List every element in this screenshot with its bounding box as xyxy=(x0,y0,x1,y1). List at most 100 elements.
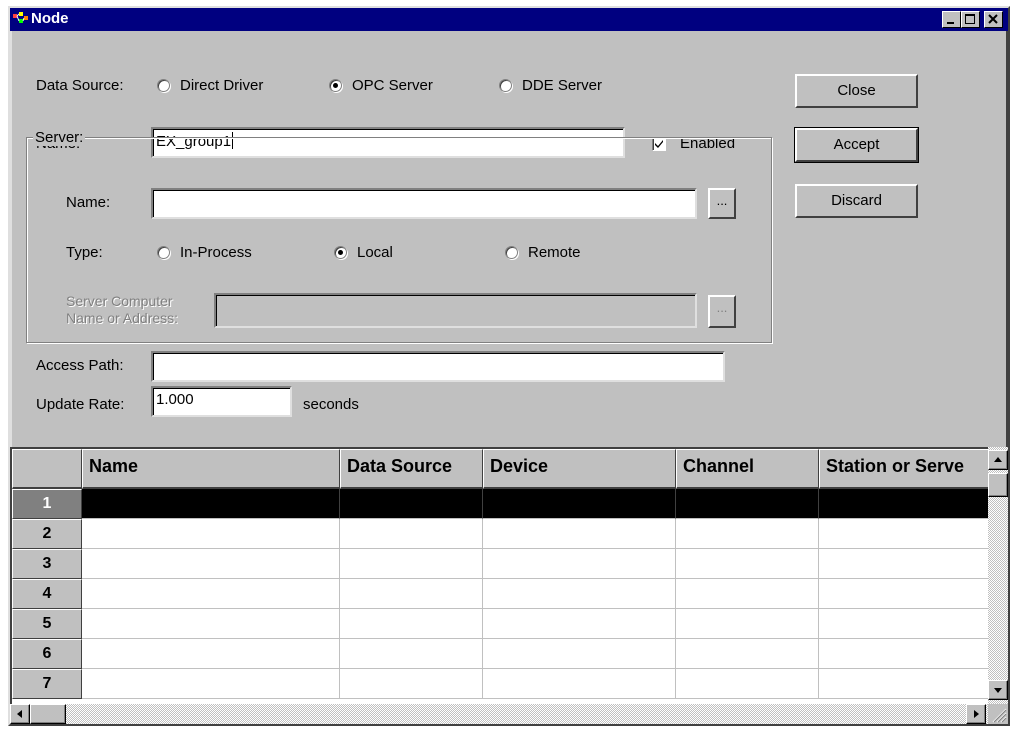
update-rate-label: Update Rate: xyxy=(36,396,125,413)
table-cell[interactable] xyxy=(676,609,819,639)
row-header[interactable]: 5 xyxy=(12,609,82,639)
node-app-icon[interactable] xyxy=(12,11,29,28)
column-header-data-source[interactable]: Data Source xyxy=(340,449,483,489)
maximize-button[interactable] xyxy=(961,11,980,28)
server-group-label: Server: xyxy=(33,129,86,146)
local-label[interactable]: Local xyxy=(357,244,393,261)
table-cell[interactable] xyxy=(340,639,483,669)
discard-button[interactable]: Discard xyxy=(795,184,918,218)
table-cell[interactable] xyxy=(483,549,676,579)
table-cell[interactable] xyxy=(483,579,676,609)
row-header[interactable]: 2 xyxy=(12,519,82,549)
row-header[interactable]: 6 xyxy=(12,639,82,669)
column-header-name[interactable]: Name xyxy=(82,449,340,489)
table-cell[interactable] xyxy=(676,639,819,669)
table-cell[interactable] xyxy=(82,639,340,669)
column-header-channel[interactable]: Channel xyxy=(676,449,819,489)
server-name-browse-button[interactable]: ... xyxy=(708,188,736,219)
table-cell[interactable] xyxy=(82,579,340,609)
radio-local[interactable] xyxy=(334,246,347,259)
table-cell[interactable] xyxy=(676,519,819,549)
table-cell[interactable] xyxy=(340,669,483,699)
table-cell[interactable] xyxy=(483,489,676,519)
accept-button[interactable]: Accept xyxy=(794,127,919,163)
row-header[interactable]: 1 xyxy=(12,489,82,519)
in-process-label[interactable]: In-Process xyxy=(180,244,252,261)
resize-grip-icon xyxy=(992,708,1007,723)
table-cell[interactable] xyxy=(819,609,988,639)
table-cell[interactable] xyxy=(676,669,819,699)
radio-dde-server[interactable] xyxy=(499,79,512,92)
arrow-down-icon xyxy=(994,688,1002,693)
server-computer-label-line1: Server Computer xyxy=(66,293,173,309)
arrow-left-icon xyxy=(17,710,22,718)
title-bar[interactable] xyxy=(10,8,1008,31)
radio-remote[interactable] xyxy=(505,246,518,259)
horizontal-scrollbar[interactable] xyxy=(10,704,988,724)
table-cell[interactable] xyxy=(340,609,483,639)
table-cell[interactable] xyxy=(82,489,340,519)
type-label: Type: xyxy=(66,244,103,261)
radio-opc-server[interactable] xyxy=(329,79,342,92)
scroll-down-button[interactable] xyxy=(988,680,1008,700)
table-cell[interactable] xyxy=(819,489,988,519)
dde-server-label[interactable]: DDE Server xyxy=(522,77,602,94)
table-cell[interactable] xyxy=(819,639,988,669)
close-icon xyxy=(988,14,998,24)
table-cell[interactable] xyxy=(676,579,819,609)
table-cell[interactable] xyxy=(340,519,483,549)
table-cell[interactable] xyxy=(82,609,340,639)
access-path-label: Access Path: xyxy=(36,357,124,374)
arrow-right-icon xyxy=(974,710,979,718)
column-header-station[interactable]: Station or Serve xyxy=(819,449,988,489)
table-cell[interactable] xyxy=(340,579,483,609)
server-computer-browse-button: ... xyxy=(708,295,736,328)
table-cell[interactable] xyxy=(82,669,340,699)
table-cell[interactable] xyxy=(483,609,676,639)
data-source-label: Data Source: xyxy=(36,77,124,94)
scroll-left-button[interactable] xyxy=(10,704,30,724)
table-cell[interactable] xyxy=(483,669,676,699)
table-cell[interactable] xyxy=(676,489,819,519)
access-path-input[interactable] xyxy=(151,351,725,382)
server-name-input[interactable] xyxy=(151,188,697,219)
close-window-button[interactable] xyxy=(984,11,1003,28)
scroll-right-button[interactable] xyxy=(966,704,986,724)
scroll-up-button[interactable] xyxy=(988,450,1008,470)
table-cell[interactable] xyxy=(483,639,676,669)
update-rate-input[interactable]: 1.000 xyxy=(151,386,292,417)
table-cell[interactable] xyxy=(340,489,483,519)
remote-label[interactable]: Remote xyxy=(528,244,581,261)
server-name-label: Name: xyxy=(66,194,111,211)
server-computer-label-line2: Name or Address: xyxy=(66,310,179,326)
grid-corner[interactable] xyxy=(12,449,82,489)
arrow-up-icon xyxy=(994,457,1002,462)
table-cell[interactable] xyxy=(819,669,988,699)
vertical-scroll-thumb[interactable] xyxy=(988,473,1008,497)
row-header[interactable]: 3 xyxy=(12,549,82,579)
size-grip[interactable] xyxy=(988,704,1008,724)
minimize-icon xyxy=(947,22,954,24)
table-cell[interactable] xyxy=(340,549,483,579)
table-cell[interactable] xyxy=(819,519,988,549)
column-header-device[interactable]: Device xyxy=(483,449,676,489)
close-button[interactable]: Close xyxy=(795,74,918,108)
table-cell[interactable] xyxy=(82,549,340,579)
row-header[interactable]: 7 xyxy=(12,669,82,699)
node-window: Node Data Source: Direct Driver OPC Serv… xyxy=(0,0,1015,731)
table-cell[interactable] xyxy=(483,519,676,549)
row-header[interactable]: 4 xyxy=(12,579,82,609)
table-cell[interactable] xyxy=(819,579,988,609)
horizontal-scroll-thumb[interactable] xyxy=(30,704,66,724)
table-cell[interactable] xyxy=(82,519,340,549)
opc-server-label[interactable]: OPC Server xyxy=(352,77,433,94)
radio-direct-driver[interactable] xyxy=(157,79,170,92)
table-cell[interactable] xyxy=(819,549,988,579)
table-cell[interactable] xyxy=(676,549,819,579)
maximize-icon xyxy=(965,14,975,24)
minimize-button[interactable] xyxy=(942,11,961,28)
radio-in-process[interactable] xyxy=(157,246,170,259)
server-computer-input xyxy=(214,293,697,328)
node-grid[interactable]: Name Data Source Device Channel Station … xyxy=(10,447,988,704)
direct-driver-label[interactable]: Direct Driver xyxy=(180,77,263,94)
